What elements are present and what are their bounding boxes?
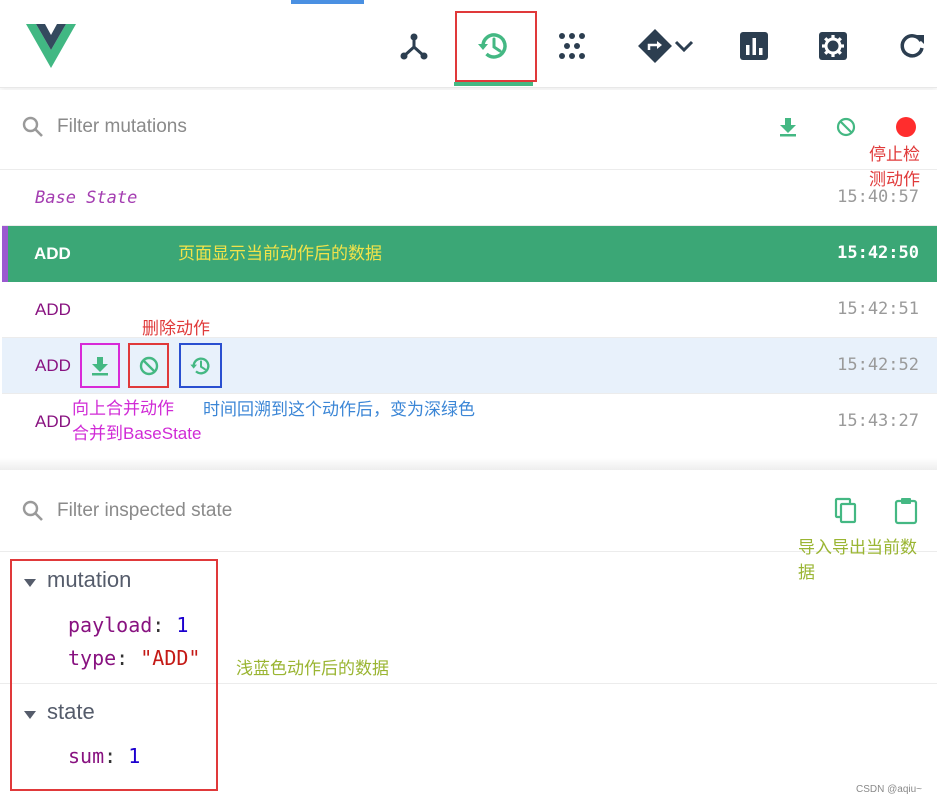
pane-divider	[0, 458, 937, 470]
vue-logo	[26, 24, 76, 73]
paste-icon[interactable]	[894, 497, 918, 530]
search-icon	[22, 116, 44, 143]
table-row[interactable]: Base State 15:40:57	[2, 170, 937, 226]
row-label: ADD	[34, 244, 71, 263]
state-filter-input[interactable]: Filter inspected state	[57, 500, 232, 522]
annotation-hover-data: 浅蓝色动作后的数据	[236, 659, 389, 678]
row-time: 15:42:52	[837, 355, 919, 375]
chevron-down-icon	[673, 39, 695, 53]
mutation-filter-input[interactable]: Filter mutations	[57, 116, 187, 138]
annotation-import-export: 导入导出当前数 据	[798, 538, 917, 582]
state-highlight-box	[10, 559, 218, 791]
annotation-time-travel: 时间回溯到这个动作后，变为深绿色	[203, 400, 475, 419]
row-label: ADD	[35, 412, 71, 431]
routing-dropdown[interactable]	[632, 26, 700, 66]
row-time: 15:43:27	[837, 411, 919, 431]
bar-chart-icon[interactable]	[735, 28, 773, 64]
active-row-marker	[2, 226, 8, 282]
watermark: CSDN @aqiu~	[856, 784, 923, 795]
row-label: ADD	[35, 300, 71, 319]
search-icon	[22, 500, 44, 527]
commit-button[interactable]	[80, 343, 120, 388]
commit-all-icon[interactable]	[777, 116, 799, 143]
row-label: Base State	[35, 188, 138, 208]
row-time: 15:42:50	[837, 243, 919, 263]
events-grid-icon[interactable]	[553, 28, 591, 64]
annotation-stop-detect: 停止检 测动作	[869, 145, 920, 189]
routing-icon	[637, 28, 673, 64]
gear-icon[interactable]	[814, 28, 852, 64]
annotation-active-row: 页面显示当前动作后的数据	[178, 244, 382, 263]
row-time: 15:42:51	[837, 299, 919, 319]
toolbar-top-accent	[291, 0, 364, 4]
revert-button[interactable]	[128, 343, 169, 388]
history-icon	[189, 354, 213, 378]
time-travel-button[interactable]	[179, 343, 222, 388]
record-stop-button[interactable]	[896, 117, 916, 137]
revert-all-icon[interactable]	[835, 116, 857, 143]
block-icon	[138, 355, 160, 377]
timeline-tab-underline	[454, 82, 533, 86]
download-icon	[90, 355, 110, 377]
annotation-delete: 删除动作	[142, 319, 210, 338]
timeline-tab-highlight	[455, 11, 537, 82]
annotation-merge: 向上合并动作 合并到BaseState	[72, 399, 202, 443]
row-label: ADD	[35, 356, 71, 375]
table-row-active[interactable]: ADD 15:42:50	[2, 226, 937, 282]
refresh-icon[interactable]	[893, 28, 931, 64]
component-tree-icon[interactable]	[394, 28, 434, 64]
copy-icon[interactable]	[834, 497, 858, 530]
